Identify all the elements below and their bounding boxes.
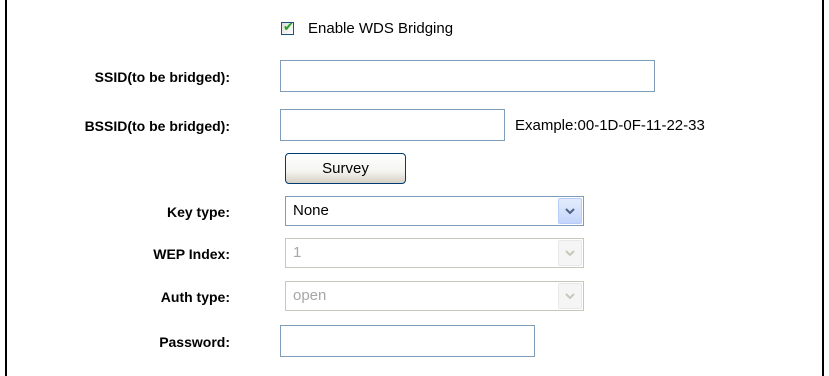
bssid-input[interactable] — [280, 109, 505, 141]
ssid-label: SSID(to be bridged): — [94, 69, 230, 85]
key-type-value: None — [293, 202, 329, 219]
chevron-down-icon — [558, 240, 582, 266]
checkmark-icon: ✔ — [283, 19, 294, 35]
chevron-down-icon[interactable] — [558, 198, 582, 224]
auth-type-value: open — [293, 287, 327, 304]
wep-index-label: WEP Index: — [153, 246, 230, 262]
bssid-label: BSSID(to be bridged): — [84, 118, 230, 134]
wep-index-select: 1 — [285, 238, 584, 268]
enable-wds-row: ✔ Enable WDS Bridging — [281, 17, 453, 39]
chevron-down-icon — [558, 283, 582, 309]
survey-button[interactable]: Survey — [285, 153, 406, 184]
auth-type-label: Auth type: — [160, 289, 230, 305]
enable-wds-label: Enable WDS Bridging — [308, 19, 454, 37]
auth-type-select: open — [285, 281, 584, 311]
enable-wds-checkbox[interactable]: ✔ — [281, 19, 294, 35]
key-type-label: Key type: — [166, 204, 230, 220]
ssid-input[interactable] — [280, 60, 655, 92]
bssid-example-text: Example:00-1D-0F-11-22-33 — [515, 117, 705, 134]
key-type-select[interactable]: None — [285, 196, 584, 226]
password-input[interactable] — [280, 325, 535, 357]
wep-index-value: 1 — [293, 244, 302, 261]
password-label: Password: — [159, 334, 230, 350]
wds-settings-panel: ✔ Enable WDS Bridging SSID(to be bridged… — [5, 0, 824, 376]
